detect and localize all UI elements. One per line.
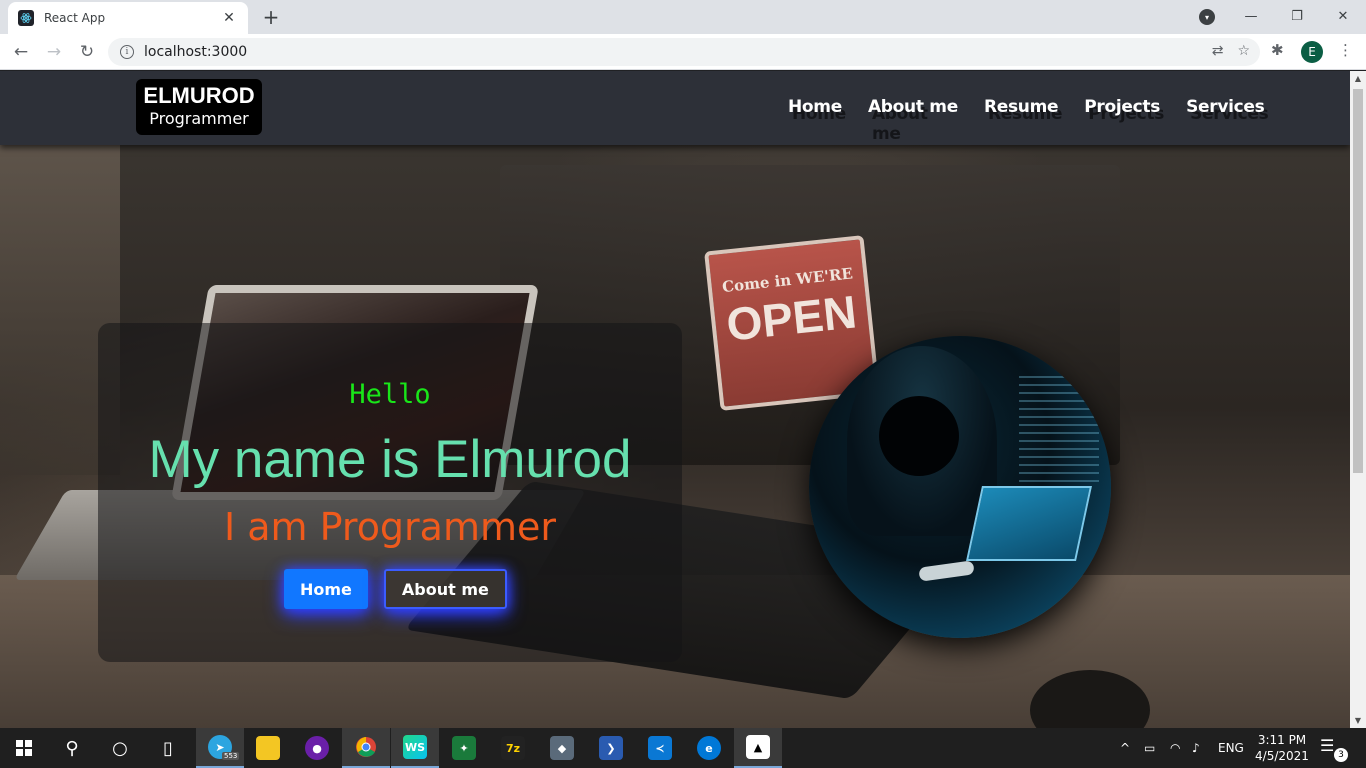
- tab-title: React App: [44, 11, 106, 25]
- battery-icon[interactable]: ▭: [1144, 728, 1155, 768]
- app-icon-1[interactable]: ✦: [440, 728, 488, 768]
- hero-headline: My name is Elmurod: [148, 430, 632, 489]
- 7zip-icon[interactable]: 7z: [489, 728, 537, 768]
- photos-icon[interactable]: ▲: [734, 728, 782, 768]
- powershell-icon[interactable]: ❯: [587, 728, 635, 768]
- app-icon-2[interactable]: ◆: [538, 728, 586, 768]
- react-favicon-icon: [18, 10, 34, 26]
- address-bar[interactable]: i localhost:3000 ⇄ ☆: [108, 38, 1260, 66]
- task-view-icon[interactable]: ▯: [144, 728, 192, 768]
- browser-tab[interactable]: React App ✕: [8, 2, 248, 34]
- browser-tabstrip: React App ✕ + ▾ — ❐ ✕: [0, 0, 1366, 34]
- telegram-icon[interactable]: ➤ 553: [196, 728, 244, 768]
- reload-button[interactable]: ↻: [76, 41, 98, 63]
- restore-button[interactable]: ❐: [1274, 0, 1320, 32]
- edge-icon[interactable]: e: [685, 728, 733, 768]
- cortana-icon[interactable]: ○: [96, 728, 144, 768]
- search-icon[interactable]: ⚲: [48, 728, 96, 768]
- webstorm-icon[interactable]: WS: [391, 728, 439, 768]
- hero-role: I am Programmer: [223, 505, 557, 549]
- taskbar-clock[interactable]: 3:11 PM 4/5/2021: [1252, 732, 1312, 764]
- hero-home-button[interactable]: Home: [284, 569, 368, 609]
- notification-badge: 3: [1334, 748, 1348, 762]
- windows-start-icon[interactable]: [0, 728, 48, 768]
- site-logo[interactable]: ELMUROD Programmer: [136, 79, 262, 135]
- hacker-portrait-image: [809, 336, 1111, 638]
- volume-icon[interactable]: ♪: [1192, 728, 1200, 768]
- clock-date: 4/5/2021: [1255, 749, 1309, 763]
- media-app-icon[interactable]: ●: [293, 728, 341, 768]
- page-scrollbar[interactable]: ▲ ▼: [1350, 71, 1366, 728]
- nav-link-about[interactable]: About me About me: [868, 97, 958, 144]
- site-info-icon[interactable]: i: [120, 45, 134, 59]
- hero-intro-card: Hello My name is Elmurod I am Programmer…: [98, 323, 682, 662]
- telegram-badge: 553: [222, 752, 240, 760]
- nav-link-services[interactable]: Services Services: [1186, 97, 1269, 124]
- language-indicator[interactable]: ENG: [1218, 728, 1244, 768]
- profile-avatar[interactable]: E: [1301, 41, 1323, 63]
- vscode-icon[interactable]: ≺: [636, 728, 684, 768]
- minimize-button[interactable]: —: [1228, 0, 1274, 32]
- tab-search-icon[interactable]: ▾: [1199, 9, 1215, 25]
- logo-title: ELMUROD: [143, 83, 255, 108]
- forward-button[interactable]: →: [43, 41, 65, 63]
- chrome-icon[interactable]: [342, 728, 390, 768]
- scrollbar-thumb[interactable]: [1353, 89, 1363, 473]
- scroll-up-arrow-icon[interactable]: ▲: [1353, 74, 1363, 83]
- chrome-menu-icon[interactable]: ⋮: [1338, 41, 1353, 59]
- tray-chevron-icon[interactable]: ^: [1120, 728, 1130, 768]
- logo-subtitle: Programmer: [149, 109, 249, 128]
- file-explorer-icon[interactable]: [244, 728, 292, 768]
- windows-taskbar: ⚲ ○ ▯ ➤ 553 ● WS ✦ 7z ◆ ❯ ≺ e ▲ ^ ▭ ◠ ♪ …: [0, 728, 1366, 768]
- hero-about-button[interactable]: About me: [383, 569, 507, 609]
- extensions-puzzle-icon[interactable]: ✱: [1271, 41, 1284, 59]
- nav-link-home[interactable]: Home Home: [788, 97, 846, 124]
- page-viewport: ELMUROD Programmer Home Home About me Abou…: [0, 71, 1350, 728]
- tab-close-icon[interactable]: ✕: [220, 10, 238, 26]
- scroll-down-arrow-icon[interactable]: ▼: [1353, 716, 1363, 725]
- nav-link-resume[interactable]: Resume Resume: [984, 97, 1063, 124]
- back-button[interactable]: ←: [10, 41, 32, 63]
- wifi-icon[interactable]: ◠: [1170, 728, 1180, 768]
- site-navbar: ELMUROD Programmer Home Home About me Abou…: [0, 71, 1350, 145]
- hero-greeting: Hello: [349, 379, 431, 410]
- nav-link-projects[interactable]: Projects Projects: [1084, 97, 1164, 124]
- clock-time: 3:11 PM: [1257, 733, 1307, 747]
- notification-center-icon[interactable]: ☰ 3: [1320, 736, 1348, 762]
- bookmark-star-icon[interactable]: ☆: [1237, 43, 1250, 59]
- url-text: localhost:3000: [144, 44, 248, 60]
- site-nav-links: Home Home About me About me Resume Resume P…: [788, 97, 1269, 144]
- translate-icon[interactable]: ⇄: [1212, 43, 1224, 59]
- new-tab-button[interactable]: +: [260, 6, 282, 28]
- close-window-button[interactable]: ✕: [1320, 0, 1366, 32]
- browser-toolbar: ← → ↻ i localhost:3000 ⇄ ☆ ✱ ⋮: [0, 34, 1366, 70]
